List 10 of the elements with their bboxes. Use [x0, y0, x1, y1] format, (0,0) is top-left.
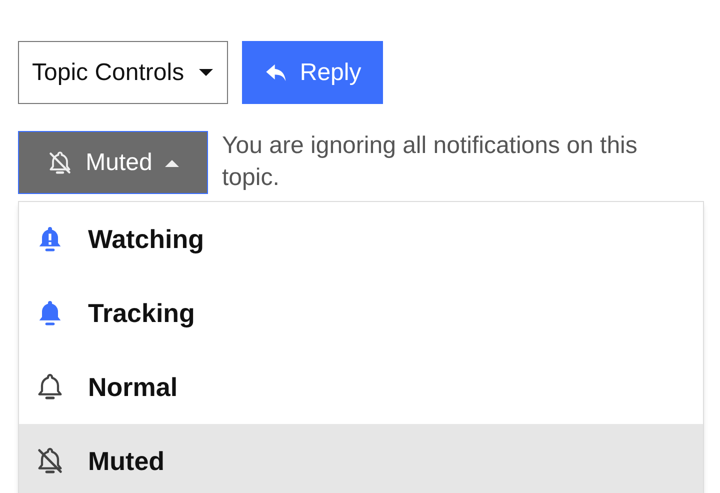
caret-down-icon: [198, 68, 214, 78]
topic-controls-button[interactable]: Topic Controls: [18, 41, 228, 104]
notification-description: You are ignoring all notifications on this topic.: [222, 131, 638, 193]
menu-item[interactable]: Normal: [19, 350, 703, 424]
menu-item[interactable]: Tracking: [19, 276, 703, 350]
caret-up-icon: [164, 158, 180, 168]
menu-item[interactable]: Muted: [19, 424, 703, 493]
reply-button[interactable]: Reply: [242, 41, 384, 104]
menu-item[interactable]: Watching: [19, 202, 703, 276]
notification-button[interactable]: Muted: [18, 131, 208, 194]
